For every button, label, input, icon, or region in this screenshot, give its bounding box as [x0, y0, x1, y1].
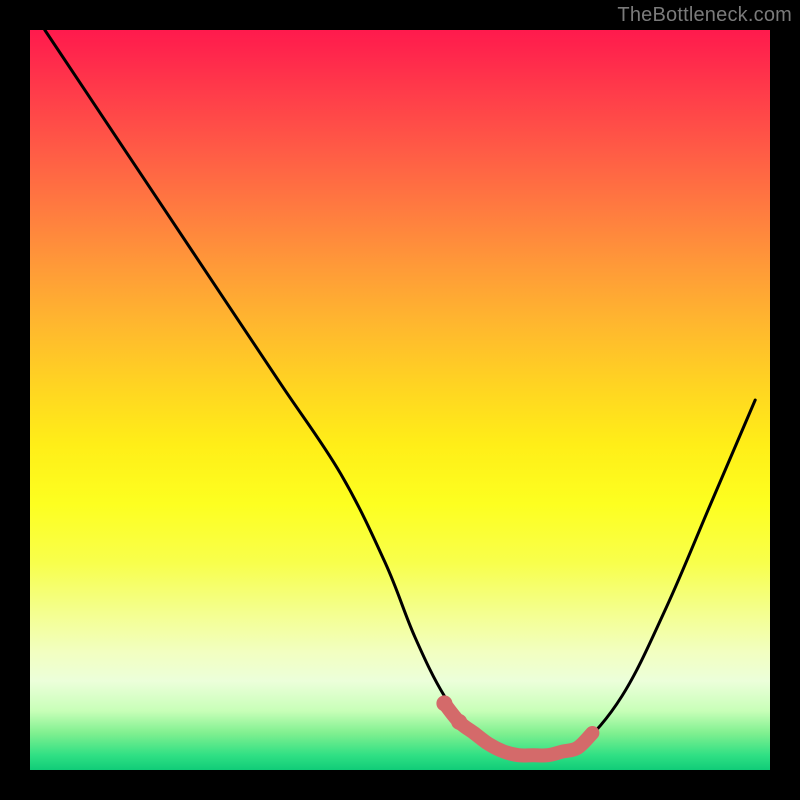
plot-area	[30, 30, 770, 770]
watermark-text: TheBottleneck.com	[617, 4, 792, 27]
curve-layer	[30, 30, 770, 770]
optimal-zone-highlight	[444, 703, 592, 755]
bottleneck-curve	[45, 30, 755, 756]
highlight-dot-1	[451, 714, 467, 730]
chart-frame: TheBottleneck.com	[0, 0, 800, 800]
highlight-dot-0	[436, 695, 452, 711]
